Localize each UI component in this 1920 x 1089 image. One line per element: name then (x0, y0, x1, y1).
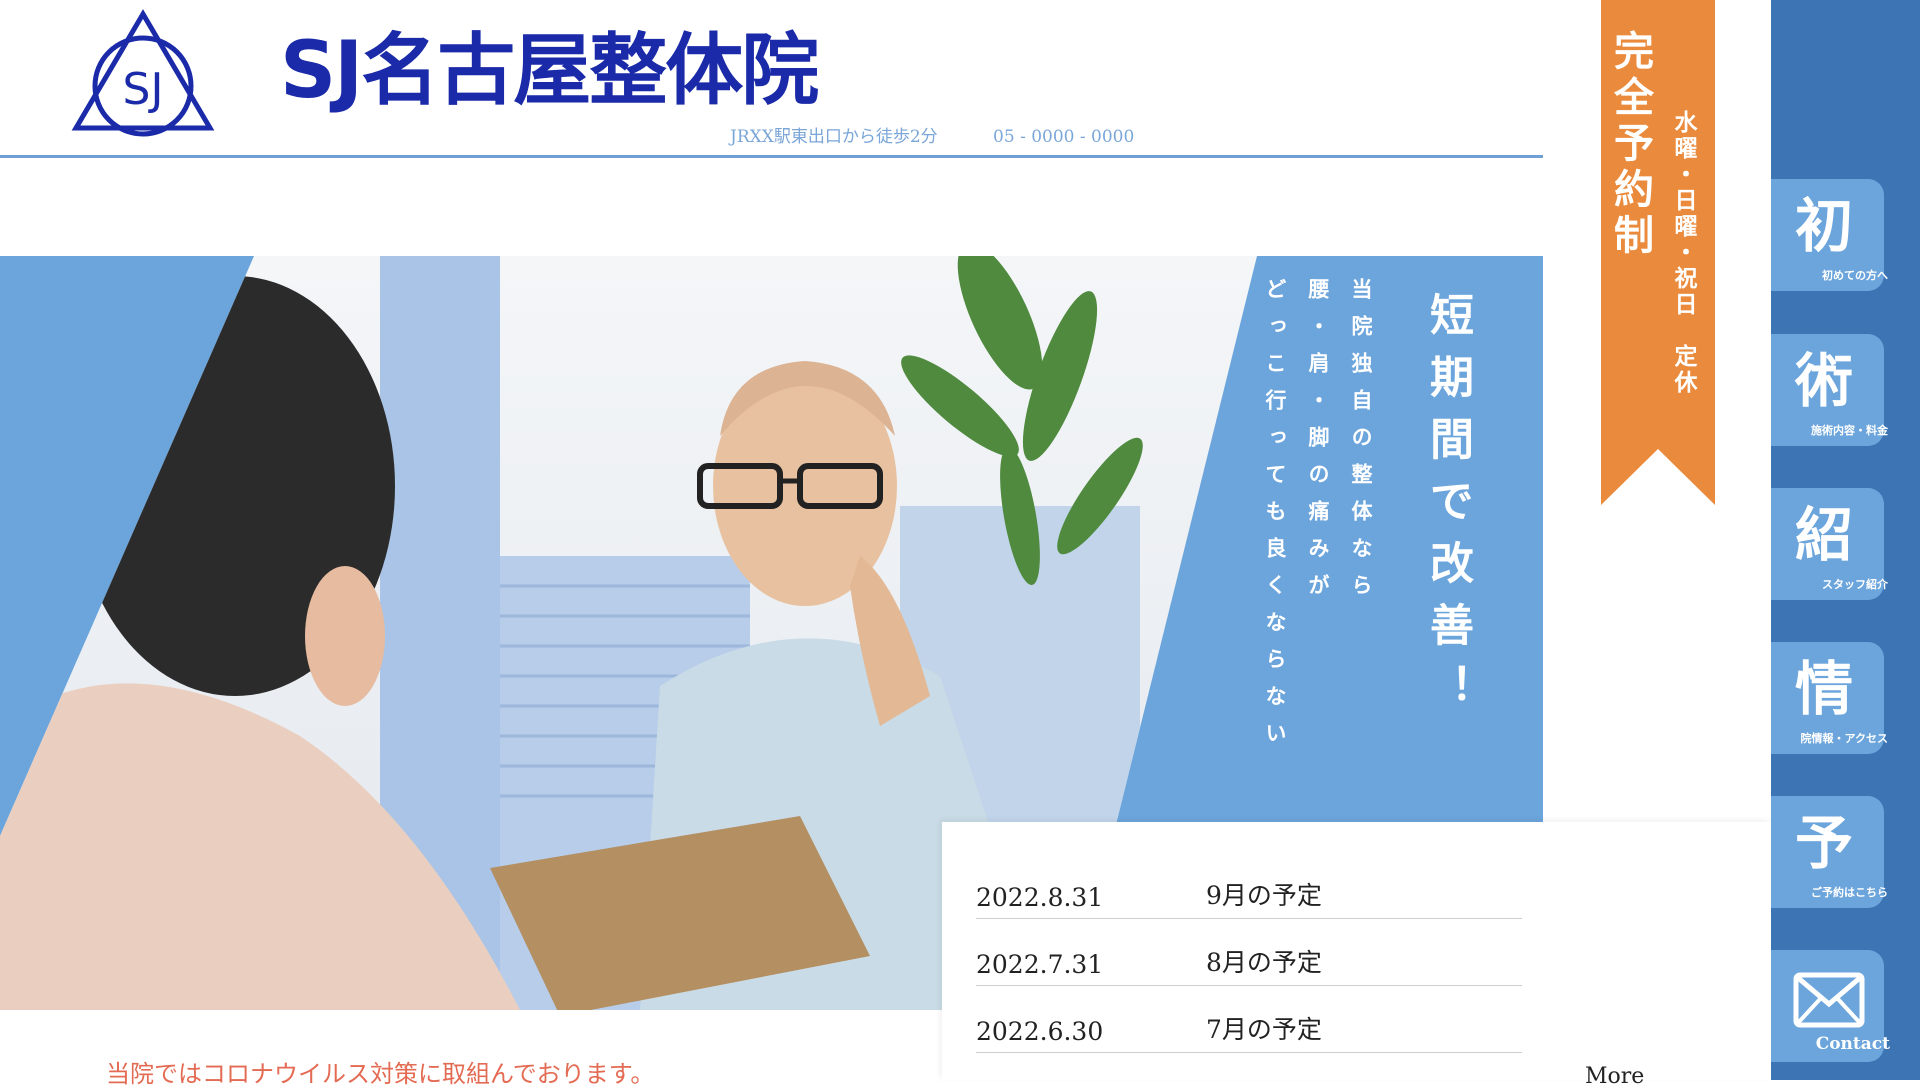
mail-icon (1793, 972, 1865, 1028)
news-date: 2022.8.31 (976, 883, 1104, 912)
hero-copy-line-3: どっこ行っても良くならない (1263, 278, 1288, 759)
site-title[interactable]: SJ名古屋整体院 (280, 32, 819, 110)
nav-reservation-kanji: 予 (1795, 809, 1854, 877)
news-date: 2022.7.31 (976, 950, 1104, 979)
hero-headline: 短期間で改善！ (1422, 292, 1473, 726)
nav-access-kanji: 情 (1795, 655, 1854, 723)
nav-access-label: 院情報・アクセス (1800, 732, 1888, 745)
nav-treatment-label: 施術内容・料金 (1811, 424, 1888, 437)
closed-days-text: 水曜・日曜・祝日 定休 (1670, 110, 1697, 396)
nav-reservation[interactable]: 予 ご予約はこちら (1771, 796, 1888, 908)
phone-number[interactable]: 05 - 0000 - 0000 (993, 127, 1134, 147)
nav-access[interactable]: 情 院情報・アクセス (1771, 642, 1888, 754)
nav-reservation-label: ご予約はこちら (1811, 886, 1888, 899)
news-title[interactable]: 9月の予定 (1206, 876, 1322, 912)
nav-treatment-kanji: 術 (1795, 347, 1854, 415)
news-panel: 2022.8.31 9月の予定 2022.7.31 8月の予定 2022.6.3… (942, 822, 1771, 1080)
news-more-link[interactable]: More (1585, 1064, 1644, 1089)
news-date: 2022.6.30 (976, 1017, 1104, 1046)
hero-copy-line-1: 当院独自の整体なら (1349, 278, 1374, 611)
news-title[interactable]: 7月の予定 (1206, 1010, 1322, 1046)
news-item[interactable]: 2022.7.31 8月の予定 (976, 919, 1522, 986)
access-text: JRXX駅東出口から徒歩2分 (730, 127, 938, 147)
nav-first-visit-kanji: 初 (1795, 192, 1854, 260)
nav-first-visit-label: 初めての方へ (1822, 269, 1888, 282)
header-divider (0, 155, 1543, 158)
news-item[interactable]: 2022.8.31 9月の予定 (976, 852, 1522, 919)
nav-staff[interactable]: 紹 スタッフ紹介 (1771, 488, 1888, 600)
nav-treatment[interactable]: 術 施術内容・料金 (1771, 334, 1888, 446)
logo-text: SJ (123, 64, 164, 115)
news-item[interactable]: 2022.6.30 7月の予定 (976, 986, 1522, 1053)
nav-staff-label: スタッフ紹介 (1822, 578, 1888, 591)
header-info: JRXX駅東出口から徒歩2分 05 - 0000 - 0000 (730, 122, 1134, 147)
reservation-banner-title: 完全予約制 (1607, 30, 1654, 260)
clinic-logo[interactable]: SJ (70, 8, 216, 140)
nav-first-visit[interactable]: 初 初めての方へ (1771, 179, 1888, 291)
nav-contact[interactable]: Contact (1771, 950, 1890, 1062)
news-title[interactable]: 8月の予定 (1206, 943, 1322, 979)
contact-label: Contact (1815, 1034, 1890, 1054)
covid-notice[interactable]: 当院ではコロナウイルス対策に取組んでおります。 (106, 1054, 654, 1089)
nav-staff-kanji: 紹 (1795, 501, 1854, 569)
hero-copy-line-2: 腰・肩・脚の痛みが (1306, 278, 1331, 611)
